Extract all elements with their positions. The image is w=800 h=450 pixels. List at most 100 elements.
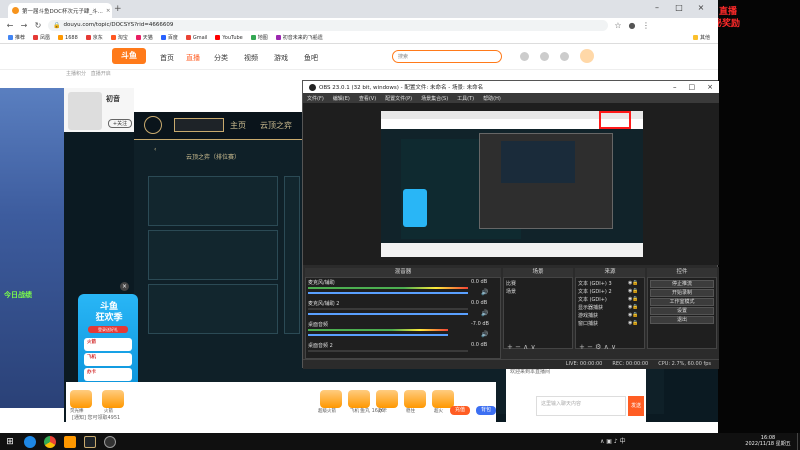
volume-slider[interactable]	[308, 313, 468, 315]
bookmark-item[interactable]: 推荐	[8, 34, 25, 41]
menu-edit[interactable]: 编辑(E)	[333, 95, 350, 102]
gift-item[interactable]	[376, 390, 398, 408]
source-item[interactable]: 窗口捕获	[578, 320, 598, 327]
bookmark-item[interactable]: 初音未来的飞船遗	[275, 34, 323, 41]
speaker-icon[interactable]: 🔊	[481, 310, 488, 317]
reload-icon[interactable]: ↻	[34, 21, 42, 30]
browser-tab[interactable]: 第一届斗鱼DOC杯次元子肆_斗... ×	[8, 3, 112, 18]
bookmark-star-icon[interactable]: ☆	[614, 21, 622, 30]
add-source-icon[interactable]: + − ⚙ ∧ ∨	[579, 343, 616, 351]
follow-icon[interactable]	[540, 52, 549, 61]
map-panel[interactable]	[148, 176, 278, 226]
nav-category[interactable]: 分类	[214, 53, 228, 63]
source-item[interactable]: 文本 (GDI+) 3	[578, 280, 612, 287]
back-arrow-icon[interactable]: ‹	[154, 146, 156, 153]
new-tab-icon[interactable]: +	[114, 4, 122, 14]
menu-icon[interactable]: ⋮	[642, 21, 650, 30]
bookmark-item[interactable]: 其他	[692, 34, 710, 41]
clock[interactable]: 16:08 2022/11/18 星期五	[740, 435, 796, 447]
chrome-icon[interactable]	[44, 435, 56, 448]
menu-help[interactable]: 帮助(H)	[483, 95, 501, 102]
menu-scene-collection[interactable]: 场景集合(S)	[421, 95, 448, 102]
gift-item[interactable]	[432, 390, 454, 408]
menu-view[interactable]: 查看(V)	[359, 95, 376, 102]
gift-item[interactable]	[404, 390, 426, 408]
add-scene-icon[interactable]: + − ∧ ∨	[507, 343, 536, 351]
send-button[interactable]: 发送	[628, 396, 644, 416]
source-item[interactable]: 显示器捕获	[578, 304, 603, 311]
bookmark-item[interactable]: 淘宝	[110, 34, 128, 41]
volume-slider[interactable]	[308, 334, 448, 336]
map-panel[interactable]	[148, 284, 278, 334]
visibility-eye-icon[interactable]: ◉🔒	[628, 304, 639, 310]
scene-item[interactable]: 场景	[506, 288, 516, 295]
history-icon[interactable]	[520, 52, 529, 61]
map-panel[interactable]	[148, 230, 278, 280]
source-item[interactable]: 游戏捕获	[578, 312, 598, 319]
promo-item[interactable]: 火箭	[84, 338, 132, 351]
preview-screen-capture[interactable]	[381, 111, 643, 257]
bookmark-item[interactable]: YouTube	[215, 35, 243, 41]
speaker-icon[interactable]: 🔊	[481, 331, 488, 338]
nav-game[interactable]: 游戏	[274, 53, 288, 63]
studio-mode-button[interactable]: 工作室模式	[650, 298, 714, 306]
source-item[interactable]: 文本 (GDI+) 2	[578, 288, 612, 295]
exit-button[interactable]: 退出	[650, 316, 714, 324]
lol-icon[interactable]	[84, 435, 96, 448]
gift-item[interactable]	[102, 390, 124, 408]
close-icon[interactable]: ×	[707, 83, 713, 91]
close-icon[interactable]: ×	[120, 282, 129, 291]
edge-icon[interactable]	[24, 435, 36, 448]
address-bar[interactable]: 🔒 douyu.com/topic/DOCSYS?rid=4666609	[48, 19, 608, 31]
system-tray[interactable]: ∧ ▣ ♪ 中	[600, 436, 626, 445]
close-window-icon[interactable]: ×	[694, 2, 708, 14]
bookmark-item[interactable]: Gmail	[185, 35, 207, 41]
map-panel[interactable]	[284, 176, 300, 334]
menu-file[interactable]: 文件(F)	[307, 95, 324, 102]
gift-item[interactable]	[348, 390, 370, 408]
game-nav-tft[interactable]: 云顶之弈	[260, 120, 292, 131]
start-recording-button[interactable]: 开始录制	[650, 289, 714, 297]
message-icon[interactable]	[560, 52, 569, 61]
source-item[interactable]: 文本 (GDI+)	[578, 296, 607, 303]
visibility-eye-icon[interactable]: ◉🔒	[628, 312, 639, 318]
douyu-logo[interactable]: 斗鱼	[112, 48, 146, 64]
follow-button[interactable]: +关注	[108, 119, 132, 128]
visibility-eye-icon[interactable]: ◉🔒	[628, 288, 639, 294]
visibility-eye-icon[interactable]: ◉🔒	[628, 320, 639, 326]
obs-icon[interactable]	[104, 435, 116, 448]
profile-icon[interactable]: ●	[628, 21, 636, 30]
windows-start-icon[interactable]: ⊞	[4, 436, 16, 448]
volume-slider[interactable]	[308, 292, 468, 294]
nav-video[interactable]: 视频	[244, 53, 258, 63]
nav-home[interactable]: 首页	[160, 53, 174, 63]
speaker-icon[interactable]: 🔊	[481, 289, 488, 296]
maximize-icon[interactable]: □	[672, 2, 686, 14]
anchor-avatar[interactable]	[68, 92, 102, 130]
bookmark-item[interactable]: 天猫	[135, 34, 153, 41]
app-g-icon[interactable]	[64, 435, 76, 448]
bookmark-item[interactable]: 凤凰	[33, 34, 50, 41]
minimize-icon[interactable]: –	[673, 83, 677, 91]
promo-item[interactable]: 飞机	[84, 353, 132, 366]
bookmark-item[interactable]: 地图	[250, 34, 268, 41]
stop-streaming-button[interactable]: 停止推流	[650, 280, 714, 288]
settings-button[interactable]: 设置	[650, 307, 714, 315]
chat-input[interactable]: 这里输入聊天内容	[536, 396, 626, 416]
minimize-icon[interactable]: –	[650, 2, 664, 14]
backpack-button[interactable]: 背包	[476, 406, 496, 415]
visibility-eye-icon[interactable]: ◉🔒	[628, 296, 639, 302]
visibility-eye-icon[interactable]: ◉🔒	[628, 280, 639, 286]
scene-item[interactable]: 比赛	[506, 280, 516, 287]
play-button[interactable]	[174, 118, 224, 132]
back-icon[interactable]: ←	[6, 21, 14, 30]
gift-item[interactable]	[320, 390, 342, 408]
forward-icon[interactable]: →	[20, 21, 28, 30]
maximize-icon[interactable]: □	[689, 83, 696, 91]
nav-fishbar[interactable]: 鱼吧	[304, 53, 318, 63]
recharge-button[interactable]: 充值	[450, 406, 470, 415]
bookmark-item[interactable]: 百度	[160, 34, 178, 41]
menu-tools[interactable]: 工具(T)	[457, 95, 474, 102]
nav-live[interactable]: 直播	[186, 53, 200, 63]
bookmark-item[interactable]: 1688	[58, 35, 78, 41]
